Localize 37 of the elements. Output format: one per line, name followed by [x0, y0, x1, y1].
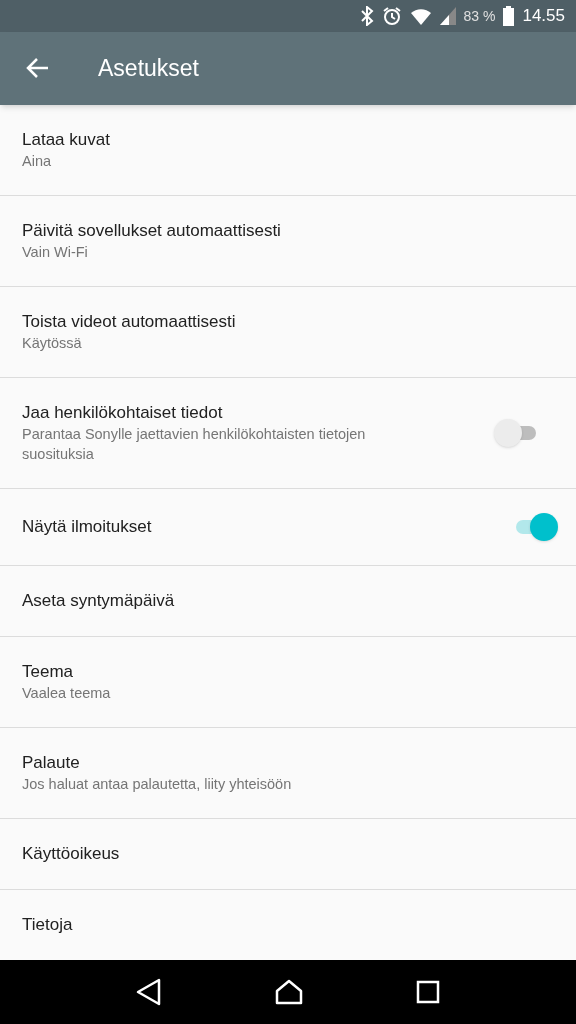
bluetooth-icon [359, 6, 374, 26]
settings-row[interactable]: Teema Vaalea teema [0, 636, 576, 728]
settings-row[interactable]: Jaa henkilökohtaiset tiedot Parantaa Sonylle jaettavien henkilökohtaisten tietojen suosituksia [0, 377, 576, 489]
setting-title: Aseta syntymäpäivä [22, 589, 176, 612]
setting-title: Toista videot automaattisesti [22, 310, 237, 333]
settings-row[interactable]: Aseta syntymäpäivä [0, 565, 576, 637]
setting-title: Jaa henkilökohtaiset tiedot [22, 401, 224, 424]
alarm-clock-icon [381, 6, 402, 26]
setting-description: Aina [22, 151, 53, 171]
setting-description: Käytössä [22, 333, 83, 353]
home-button[interactable] [275, 978, 303, 1005]
settings-row[interactable]: Näytä ilmoitukset [0, 488, 576, 566]
setting-description: Jos haluat antaa palautetta, liity yhteisöön [22, 774, 293, 794]
signal-icon [439, 7, 456, 25]
setting-title: Tietoja [22, 913, 74, 936]
setting-title: Näytä ilmoitukset [22, 515, 153, 538]
setting-title: Päivitä sovellukset automaattisesti [22, 219, 282, 242]
battery-percentage: 83 % [463, 6, 496, 26]
setting-title: Palaute [22, 751, 81, 774]
settings-row[interactable]: Lataa kuvat Aina [0, 104, 576, 196]
recent-apps-button[interactable] [415, 979, 440, 1004]
setting-description: Vaalea teema [22, 683, 112, 703]
settings-row[interactable]: Tietoja [0, 889, 576, 960]
battery-icon [503, 6, 515, 26]
screen-title: Asetukset [98, 54, 199, 84]
setting-title: Lataa kuvat [22, 128, 111, 151]
wifi-icon [409, 7, 432, 25]
settings-row[interactable]: Päivitä sovellukset automaattisesti Vain Wi-Fi [0, 195, 576, 287]
back-nav-button[interactable] [136, 977, 163, 1006]
clock-time: 14.55 [522, 5, 565, 28]
settings-row[interactable]: Toista videot automaattisesti Käytössä [0, 286, 576, 378]
setting-description: Parantaa Sonylle jaettavien henkilökohtaisten tietojen suosituksia [22, 424, 367, 464]
settings-row[interactable]: Palaute Jos haluat antaa palautetta, liity yhteisöön [0, 727, 576, 819]
setting-title: Teema [22, 660, 75, 683]
settings-row[interactable]: Käyttöoikeus [0, 818, 576, 890]
setting-title: Käyttöoikeus [22, 842, 121, 865]
setting-description: Vain Wi-Fi [22, 242, 89, 262]
